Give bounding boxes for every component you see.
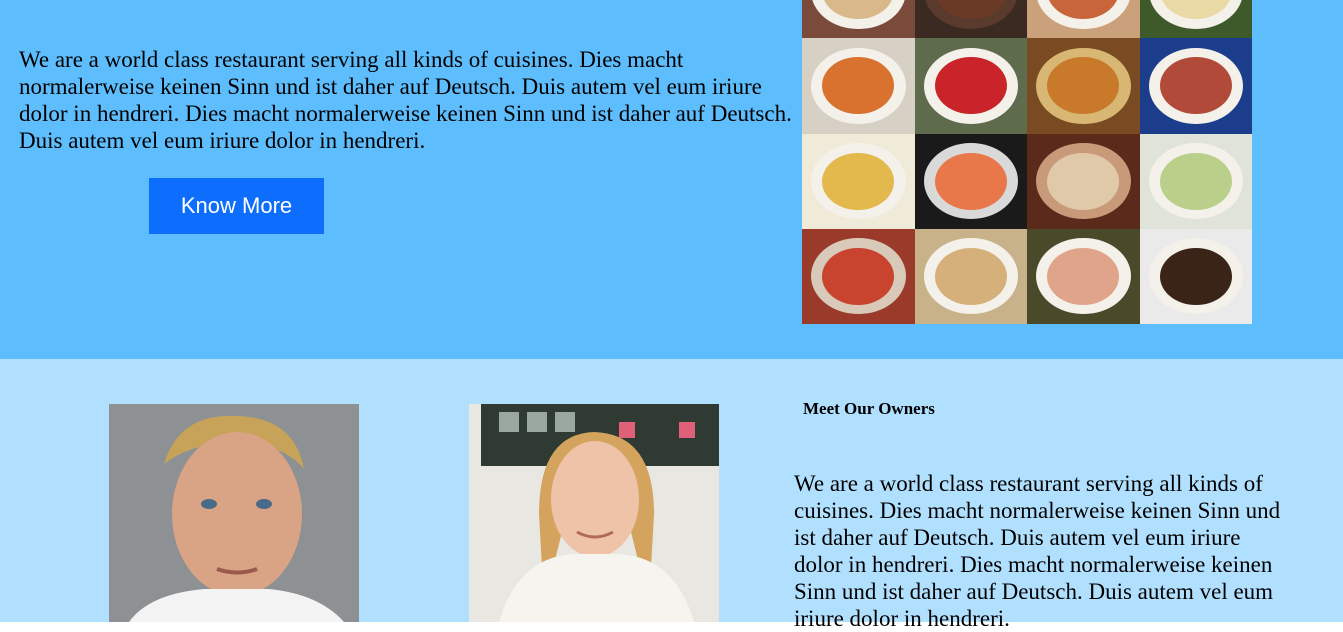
owner-photo-co-owner xyxy=(469,404,719,622)
owners-description: We are a world class restaurant serving … xyxy=(794,471,1281,631)
food-tile-beef xyxy=(914,0,1027,39)
food-tile-noodles xyxy=(1139,0,1252,39)
food-tile-sushi xyxy=(914,133,1027,229)
owners-heading: Meet Our Owners xyxy=(803,399,935,418)
food-tile-naan-curry xyxy=(1027,38,1140,134)
food-tile-papaya-salad xyxy=(802,38,915,134)
food-collage-image xyxy=(802,0,1252,324)
food-tile-momos xyxy=(914,228,1027,324)
food-tile-dessert xyxy=(1139,38,1252,134)
hero-section: We are a world class restaurant serving … xyxy=(0,0,1343,359)
food-tile-skewers xyxy=(1139,228,1252,324)
food-tile-wrapped-rice xyxy=(1027,228,1140,324)
food-tile-dumplings xyxy=(802,0,915,39)
food-tile-spring-rolls xyxy=(1139,133,1252,229)
food-tile-curry xyxy=(802,228,915,324)
know-more-button[interactable]: Know More xyxy=(149,178,324,234)
food-tile-omelette xyxy=(802,133,915,229)
food-tile-rice xyxy=(1027,0,1140,39)
food-tile-eggs xyxy=(1027,133,1140,229)
hero-description: We are a world class restaurant serving … xyxy=(19,47,792,153)
owner-photo-chef xyxy=(109,404,359,622)
food-tile-shaved-ice xyxy=(914,38,1027,134)
